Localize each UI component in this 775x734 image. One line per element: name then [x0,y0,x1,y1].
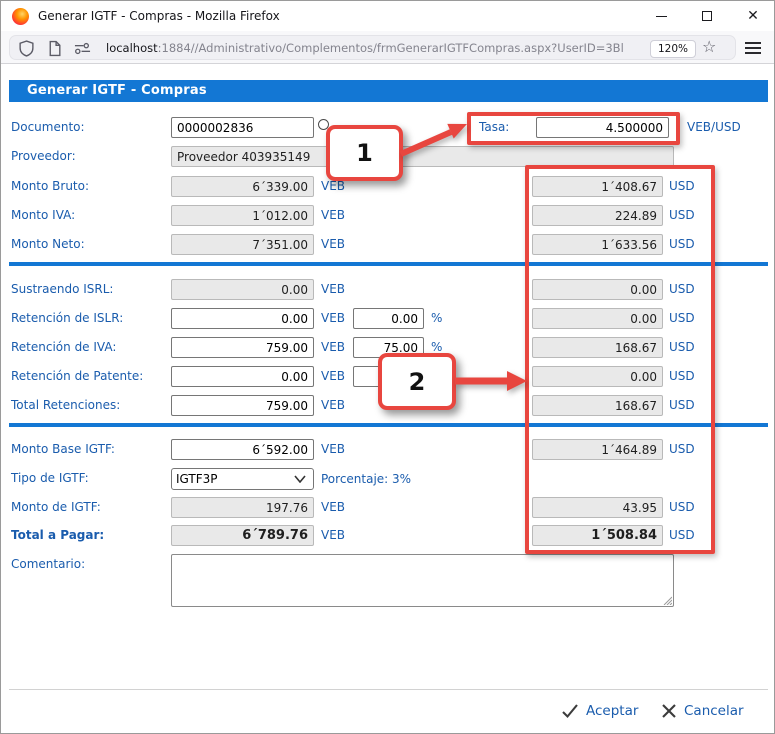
retencion-islr-label: Retención de ISLR: [11,308,123,329]
window-title: Generar IGTF - Compras - Mozilla Firefox [38,9,280,23]
firefox-icon [12,8,29,25]
sustraendo-isrl-label: Sustraendo ISRL: [11,279,113,300]
permissions-icon[interactable] [74,40,91,57]
annotation-rect-tasa [467,112,680,145]
veb-unit-label: VEB [321,234,345,255]
cross-icon [661,703,677,719]
monto-base-igtf-veb-input[interactable] [171,439,314,460]
comentario-textarea[interactable] [171,554,674,607]
step-2-number: 2 [409,368,426,396]
veb-unit-label: VEB [321,308,345,329]
page-title: Generar IGTF - Compras [9,80,768,102]
zoom-indicator[interactable]: 120% [650,40,696,58]
retencion-patente-veb-input[interactable] [171,366,314,387]
monto-bruto-veb-input [171,176,314,197]
veb-unit-label: VEB [321,366,345,387]
annotation-step-2: 2 [378,353,456,410]
minimize-icon [656,16,667,17]
total-pagar-veb-input [171,525,314,546]
url-host: localhost [106,41,158,55]
url-path: :1884//Administrativo/Complementos/frmGe… [158,41,624,55]
cancelar-label: Cancelar [684,703,744,719]
monto-bruto-label: Monto Bruto: [11,176,89,197]
documento-input[interactable] [171,117,314,138]
monto-iva-veb-input [171,205,314,226]
porcentaje-label: Porcentaje: 3% [321,468,411,490]
url-text[interactable]: localhost:1884//Administrativo/Complemen… [106,41,646,55]
shield-icon[interactable] [18,40,35,57]
monto-neto-label: Monto Neto: [11,234,85,255]
veb-unit-label: VEB [321,337,345,358]
proveedor-label: Proveedor: [11,146,76,167]
veb-unit-label: VEB [321,525,345,546]
monto-base-igtf-label: Monto Base IGTF: [11,439,115,460]
total-retenciones-label: Total Retenciones: [11,395,120,416]
monto-neto-veb-input [171,234,314,255]
veb-unit-label: VEB [321,497,345,518]
veb-unit-label: VEB [321,395,345,416]
veb-unit-label: VEB [321,439,345,460]
minimize-button[interactable] [638,1,684,31]
aceptar-button[interactable]: Aceptar [561,699,638,723]
tipo-igtf-select[interactable]: IGTF3P [171,468,314,490]
footer-divider [9,689,768,690]
annotation-arrow-1 [393,116,473,161]
page-info-icon[interactable] [46,40,63,57]
retencion-islr-veb-input[interactable] [171,308,314,329]
retencion-iva-label: Retención de IVA: [11,337,116,358]
total-retenciones-veb-input[interactable] [171,395,314,416]
total-pagar-label: Total a Pagar: [11,525,104,546]
documento-label: Documento: [11,117,85,138]
browser-window: Generar IGTF - Compras - Mozilla Firefox… [0,0,775,734]
annotation-arrow-2 [451,367,529,395]
check-icon [561,703,579,719]
retencion-islr-pct-input[interactable] [353,308,424,329]
annotation-rect-usd-column [525,165,715,554]
browser-toolbar: localhost:1884//Administrativo/Complemen… [1,31,775,64]
maximize-button[interactable] [684,1,730,31]
close-icon: ✕ [747,9,759,23]
menu-icon[interactable] [745,42,761,58]
veb-unit-label: VEB [321,279,345,300]
sustraendo-isrl-veb-input [171,279,314,300]
cancelar-button[interactable]: Cancelar [661,699,744,723]
maximize-icon [702,11,712,21]
aceptar-label: Aceptar [586,703,638,719]
title-bar: Generar IGTF - Compras - Mozilla Firefox… [1,1,775,31]
tasa-unit-label: VEB/USD [687,117,741,138]
retencion-patente-label: Retención de Patente: [11,366,143,387]
monto-igtf-veb-input [171,497,314,518]
url-bar[interactable]: localhost:1884//Administrativo/Complemen… [9,35,736,60]
comentario-label: Comentario: [11,554,85,575]
close-button[interactable]: ✕ [730,1,775,31]
tipo-igtf-label: Tipo de IGTF: [11,468,89,489]
monto-iva-label: Monto IVA: [11,205,75,226]
monto-igtf-label: Monto de IGTF: [11,497,101,518]
retencion-iva-veb-input[interactable] [171,337,314,358]
row-comentario: Comentario: [1,554,775,610]
step-1-number: 1 [356,139,373,167]
percent-unit-label: % [431,308,442,329]
annotation-step-1: 1 [326,125,403,181]
veb-unit-label: VEB [321,205,345,226]
bookmark-star-icon[interactable]: ☆ [702,37,716,56]
